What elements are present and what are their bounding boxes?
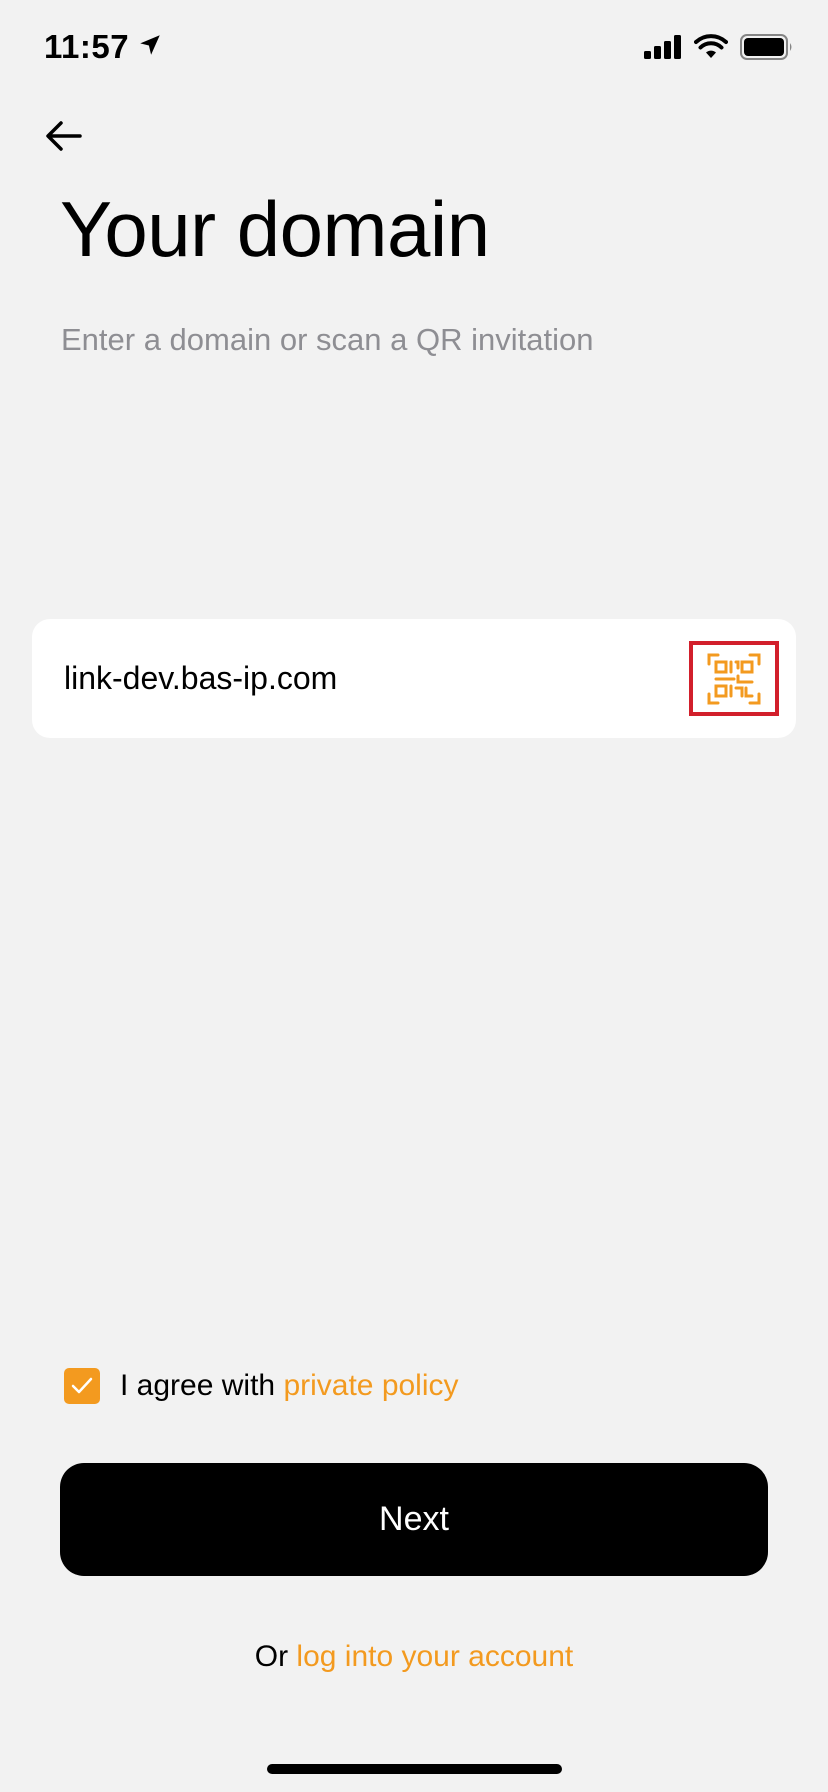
login-link[interactable]: log into your account bbox=[296, 1640, 573, 1673]
page-subtitle: Enter a domain or scan a QR invitation bbox=[61, 322, 594, 357]
status-time-text: 11:57 bbox=[44, 28, 130, 65]
check-icon bbox=[71, 1377, 93, 1394]
login-row: Or log into your account bbox=[0, 1640, 828, 1674]
status-bar: 11:57 bbox=[0, 0, 828, 100]
page-title: Your domain bbox=[60, 185, 490, 273]
back-button[interactable] bbox=[40, 112, 88, 160]
qr-scan-button[interactable] bbox=[689, 641, 779, 716]
qr-code-icon bbox=[707, 653, 761, 704]
domain-input[interactable] bbox=[64, 619, 664, 738]
private-policy-link[interactable]: private policy bbox=[283, 1369, 458, 1402]
arrow-left-icon bbox=[46, 121, 82, 151]
agreement-text: I agree with bbox=[120, 1369, 276, 1402]
agreement-label: I agree with private policy bbox=[120, 1369, 459, 1403]
status-indicators bbox=[644, 34, 794, 65]
location-arrow-icon bbox=[137, 28, 163, 66]
wifi-icon bbox=[694, 34, 728, 65]
agree-checkbox[interactable] bbox=[64, 1368, 100, 1404]
cellular-signal-icon bbox=[644, 35, 682, 64]
next-button[interactable]: Next bbox=[60, 1463, 768, 1576]
home-indicator bbox=[267, 1764, 562, 1774]
status-time: 11:57 bbox=[44, 28, 163, 66]
battery-icon bbox=[740, 34, 794, 65]
agreement-row: I agree with private policy bbox=[64, 1366, 459, 1406]
login-prefix: Or bbox=[254, 1640, 289, 1673]
domain-field bbox=[32, 619, 796, 738]
